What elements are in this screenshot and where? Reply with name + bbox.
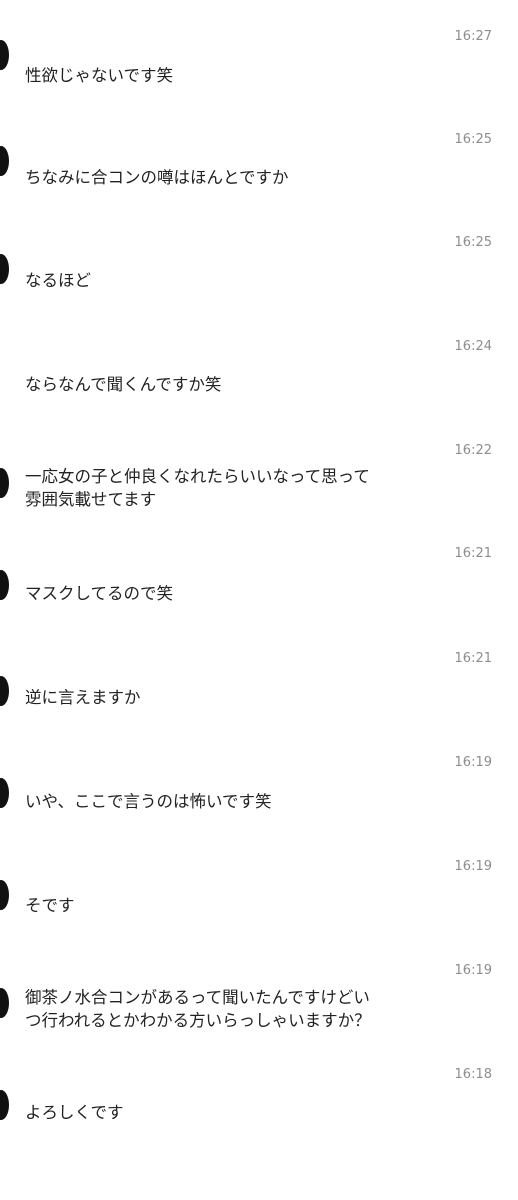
avatar[interactable] [0, 778, 9, 808]
message-timestamp: 16:24 [454, 339, 492, 354]
message-text: ちなみに合コンの噂はほんとですか [25, 168, 289, 187]
message-text: 性欲じゃないです笑 [25, 66, 174, 85]
message-timestamp: 16:25 [454, 235, 492, 250]
message-timestamp: 16:19 [454, 859, 492, 874]
message-text: 御茶ノ水合コンがあるって聞いたんですけどい つ行われるとかわかる方いらっしゃいま… [25, 988, 371, 1030]
message-timestamp: 16:25 [454, 132, 492, 147]
message-timestamp: 16:27 [454, 29, 492, 44]
message-text: マスクしてるので笑 [25, 584, 174, 603]
message-timestamp: 16:19 [454, 755, 492, 770]
message-text: ならなんで聞くんですか笑 [25, 375, 222, 394]
message-timestamp: 16:22 [454, 443, 492, 458]
avatar[interactable] [0, 1090, 9, 1120]
avatar[interactable] [0, 570, 9, 600]
message-timestamp: 16:18 [454, 1067, 492, 1082]
message-text: 一応女の子と仲良くなれたらいいなって思って 雰囲気載せてます [25, 467, 370, 509]
message-thread: 16:27 性欲じゃないです笑 16:25 ちなみに合コンの噂はほんとですか 1… [0, 0, 518, 1200]
message-timestamp: 16:21 [454, 651, 492, 666]
avatar[interactable] [0, 40, 9, 70]
avatar[interactable] [0, 254, 9, 284]
message-timestamp: 16:21 [454, 546, 492, 561]
message-text: 逆に言えますか [25, 688, 141, 707]
avatar[interactable] [0, 880, 9, 910]
avatar[interactable] [0, 676, 9, 706]
message-text: そです [25, 896, 75, 915]
message-text: よろしくです [25, 1103, 124, 1122]
avatar[interactable] [0, 146, 9, 176]
message-timestamp: 16:19 [454, 963, 492, 978]
avatar[interactable] [0, 468, 9, 498]
message-text: なるほど [25, 271, 91, 290]
avatar[interactable] [0, 988, 9, 1018]
message-text: いや、ここで言うのは怖いです笑 [25, 792, 272, 811]
